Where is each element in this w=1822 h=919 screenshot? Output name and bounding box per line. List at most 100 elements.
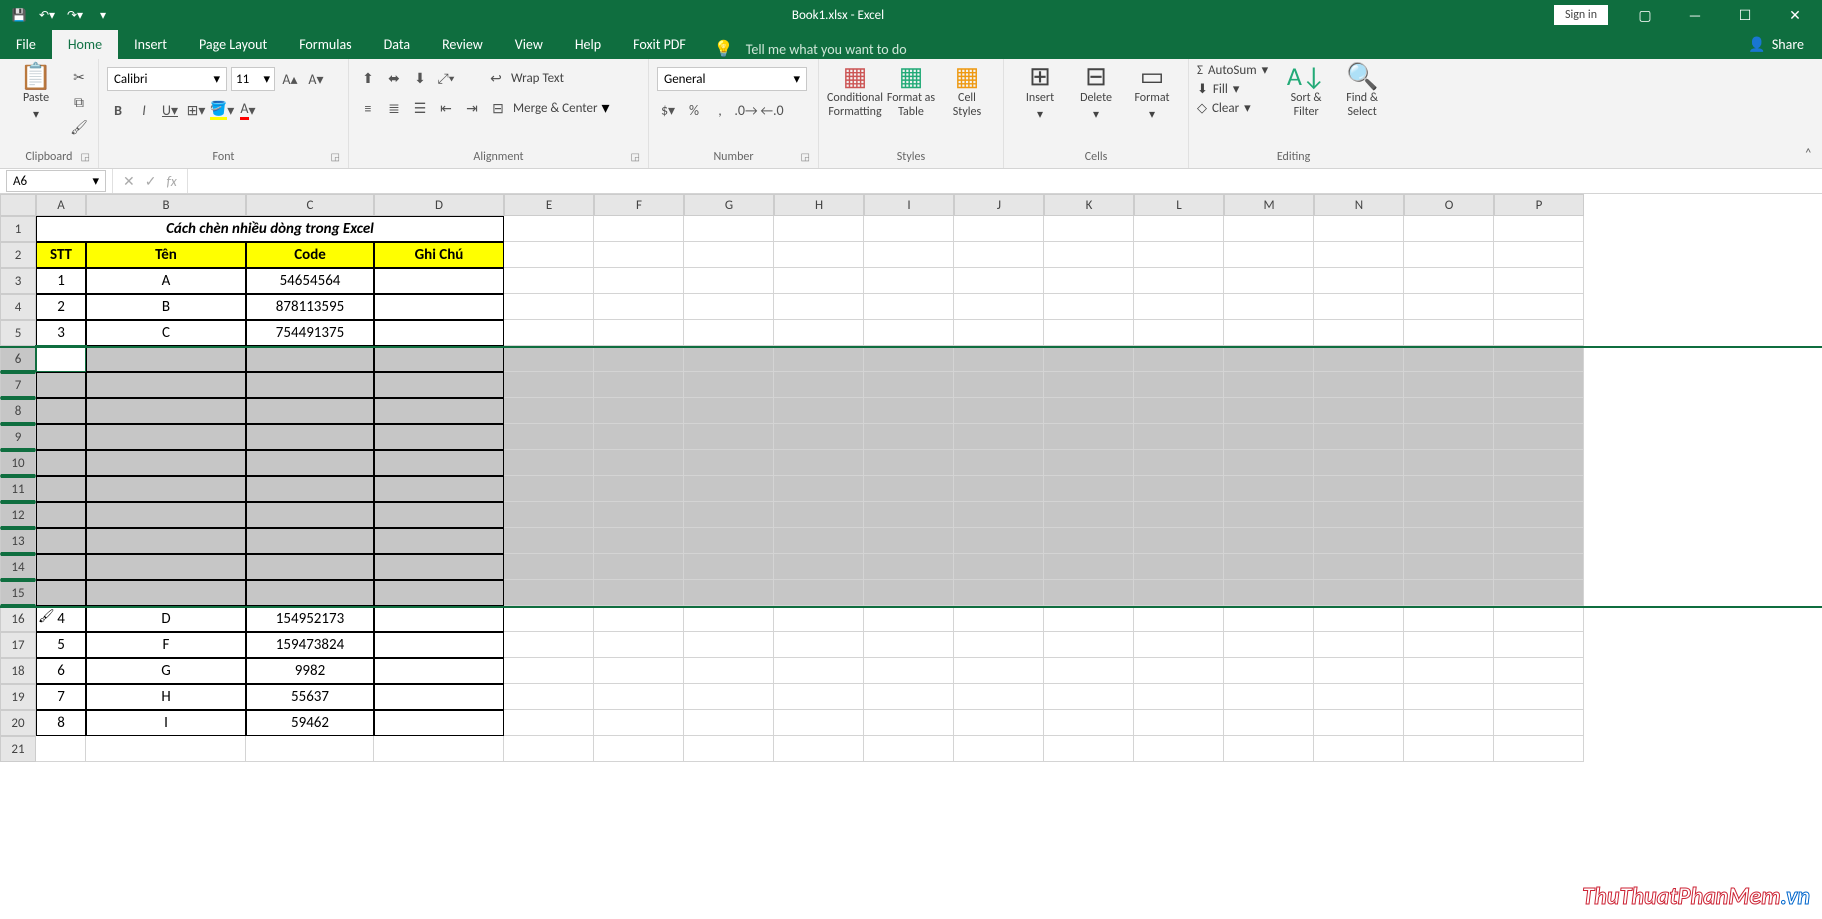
cell[interactable] bbox=[374, 632, 504, 658]
cell[interactable]: C bbox=[86, 320, 246, 346]
cell[interactable] bbox=[864, 580, 954, 606]
cell[interactable] bbox=[86, 450, 246, 476]
cell[interactable]: 5 bbox=[36, 632, 86, 658]
italic-button[interactable]: I bbox=[133, 99, 155, 121]
cell[interactable] bbox=[1134, 398, 1224, 424]
cell[interactable] bbox=[1404, 294, 1494, 320]
cut-icon[interactable]: ✂ bbox=[68, 66, 90, 88]
cell[interactable] bbox=[1494, 450, 1584, 476]
cell[interactable] bbox=[1224, 684, 1314, 710]
tell-me-search[interactable]: 💡 Tell me what you want to do bbox=[714, 39, 907, 59]
cell[interactable] bbox=[1494, 710, 1584, 736]
cell[interactable] bbox=[1404, 424, 1494, 450]
cell[interactable] bbox=[1404, 346, 1494, 372]
cell[interactable] bbox=[1314, 398, 1404, 424]
cell[interactable] bbox=[684, 424, 774, 450]
cell[interactable] bbox=[684, 554, 774, 580]
cell[interactable] bbox=[504, 554, 594, 580]
cell[interactable] bbox=[954, 372, 1044, 398]
cell[interactable] bbox=[1224, 216, 1314, 242]
cell[interactable] bbox=[954, 320, 1044, 346]
cell[interactable] bbox=[1314, 294, 1404, 320]
spreadsheet-grid[interactable]: ABCDEFGHIJKLMNOP1Cách chèn nhiều dòng tr… bbox=[0, 194, 1822, 919]
cell[interactable] bbox=[774, 346, 864, 372]
cell[interactable] bbox=[1314, 476, 1404, 502]
cell[interactable] bbox=[1224, 346, 1314, 372]
cell[interactable]: B bbox=[86, 294, 246, 320]
cell[interactable] bbox=[374, 502, 504, 528]
cell[interactable] bbox=[954, 606, 1044, 632]
cell[interactable] bbox=[504, 632, 594, 658]
cell[interactable] bbox=[1494, 294, 1584, 320]
row-header[interactable]: 10 bbox=[0, 450, 36, 476]
cell[interactable] bbox=[1044, 658, 1134, 684]
cell[interactable] bbox=[1404, 554, 1494, 580]
cell[interactable] bbox=[1044, 294, 1134, 320]
cell[interactable] bbox=[594, 294, 684, 320]
cell[interactable] bbox=[374, 320, 504, 346]
cell[interactable] bbox=[1134, 424, 1224, 450]
cell[interactable] bbox=[1314, 268, 1404, 294]
cell[interactable] bbox=[504, 476, 594, 502]
cell[interactable] bbox=[1494, 606, 1584, 632]
cell[interactable] bbox=[246, 736, 374, 762]
cell[interactable] bbox=[774, 684, 864, 710]
cell[interactable] bbox=[954, 632, 1044, 658]
borders-button[interactable]: ⊞▾ bbox=[185, 99, 207, 121]
cell[interactable] bbox=[594, 502, 684, 528]
cell[interactable] bbox=[774, 710, 864, 736]
cell[interactable] bbox=[504, 502, 594, 528]
cell[interactable] bbox=[684, 502, 774, 528]
cell[interactable] bbox=[774, 216, 864, 242]
cell[interactable] bbox=[246, 580, 374, 606]
cell[interactable] bbox=[86, 398, 246, 424]
cell[interactable] bbox=[504, 320, 594, 346]
cell[interactable]: Code bbox=[246, 242, 374, 268]
cell[interactable] bbox=[374, 606, 504, 632]
cell[interactable] bbox=[1494, 476, 1584, 502]
cell[interactable] bbox=[86, 346, 246, 372]
dialog-launcher-icon[interactable]: ◲ bbox=[631, 150, 640, 163]
cell[interactable] bbox=[1494, 736, 1584, 762]
cell[interactable]: 159473824 bbox=[246, 632, 374, 658]
cell[interactable] bbox=[864, 632, 954, 658]
column-header[interactable]: K bbox=[1044, 194, 1134, 216]
cell[interactable] bbox=[1044, 216, 1134, 242]
cell[interactable] bbox=[1224, 320, 1314, 346]
cell[interactable] bbox=[1134, 294, 1224, 320]
cell[interactable] bbox=[1314, 320, 1404, 346]
cell[interactable] bbox=[1134, 528, 1224, 554]
formula-input[interactable] bbox=[188, 169, 1822, 193]
cell[interactable] bbox=[774, 398, 864, 424]
cell[interactable] bbox=[1044, 424, 1134, 450]
cell[interactable] bbox=[684, 476, 774, 502]
enter-formula-icon[interactable]: ✓ bbox=[145, 169, 157, 193]
cell[interactable] bbox=[1224, 424, 1314, 450]
cell[interactable] bbox=[1224, 710, 1314, 736]
cell[interactable] bbox=[954, 346, 1044, 372]
cell[interactable] bbox=[594, 372, 684, 398]
row-header[interactable]: 7 bbox=[0, 372, 36, 398]
cell[interactable]: 9982 bbox=[246, 658, 374, 684]
cell[interactable] bbox=[246, 528, 374, 554]
cell[interactable] bbox=[1494, 398, 1584, 424]
cell[interactable] bbox=[594, 242, 684, 268]
wrap-text-button[interactable]: Wrap Text bbox=[511, 71, 564, 86]
insert-options-icon[interactable]: 🖌 bbox=[38, 609, 55, 624]
fx-icon[interactable]: fx bbox=[166, 169, 176, 193]
align-top-icon[interactable]: ⬆ bbox=[357, 67, 379, 89]
cell[interactable] bbox=[594, 658, 684, 684]
copy-icon[interactable]: ⧉ bbox=[68, 91, 90, 113]
font-color-button[interactable]: A▾ bbox=[237, 99, 259, 121]
cell[interactable] bbox=[594, 606, 684, 632]
cell[interactable]: F bbox=[86, 632, 246, 658]
cell[interactable] bbox=[684, 268, 774, 294]
tab-insert[interactable]: Insert bbox=[118, 30, 183, 59]
cell[interactable] bbox=[1314, 346, 1404, 372]
dialog-launcher-icon[interactable]: ◲ bbox=[81, 150, 90, 163]
cell[interactable] bbox=[246, 398, 374, 424]
cell[interactable] bbox=[1134, 684, 1224, 710]
cell[interactable] bbox=[1494, 554, 1584, 580]
cell[interactable] bbox=[774, 320, 864, 346]
cell[interactable] bbox=[1314, 528, 1404, 554]
